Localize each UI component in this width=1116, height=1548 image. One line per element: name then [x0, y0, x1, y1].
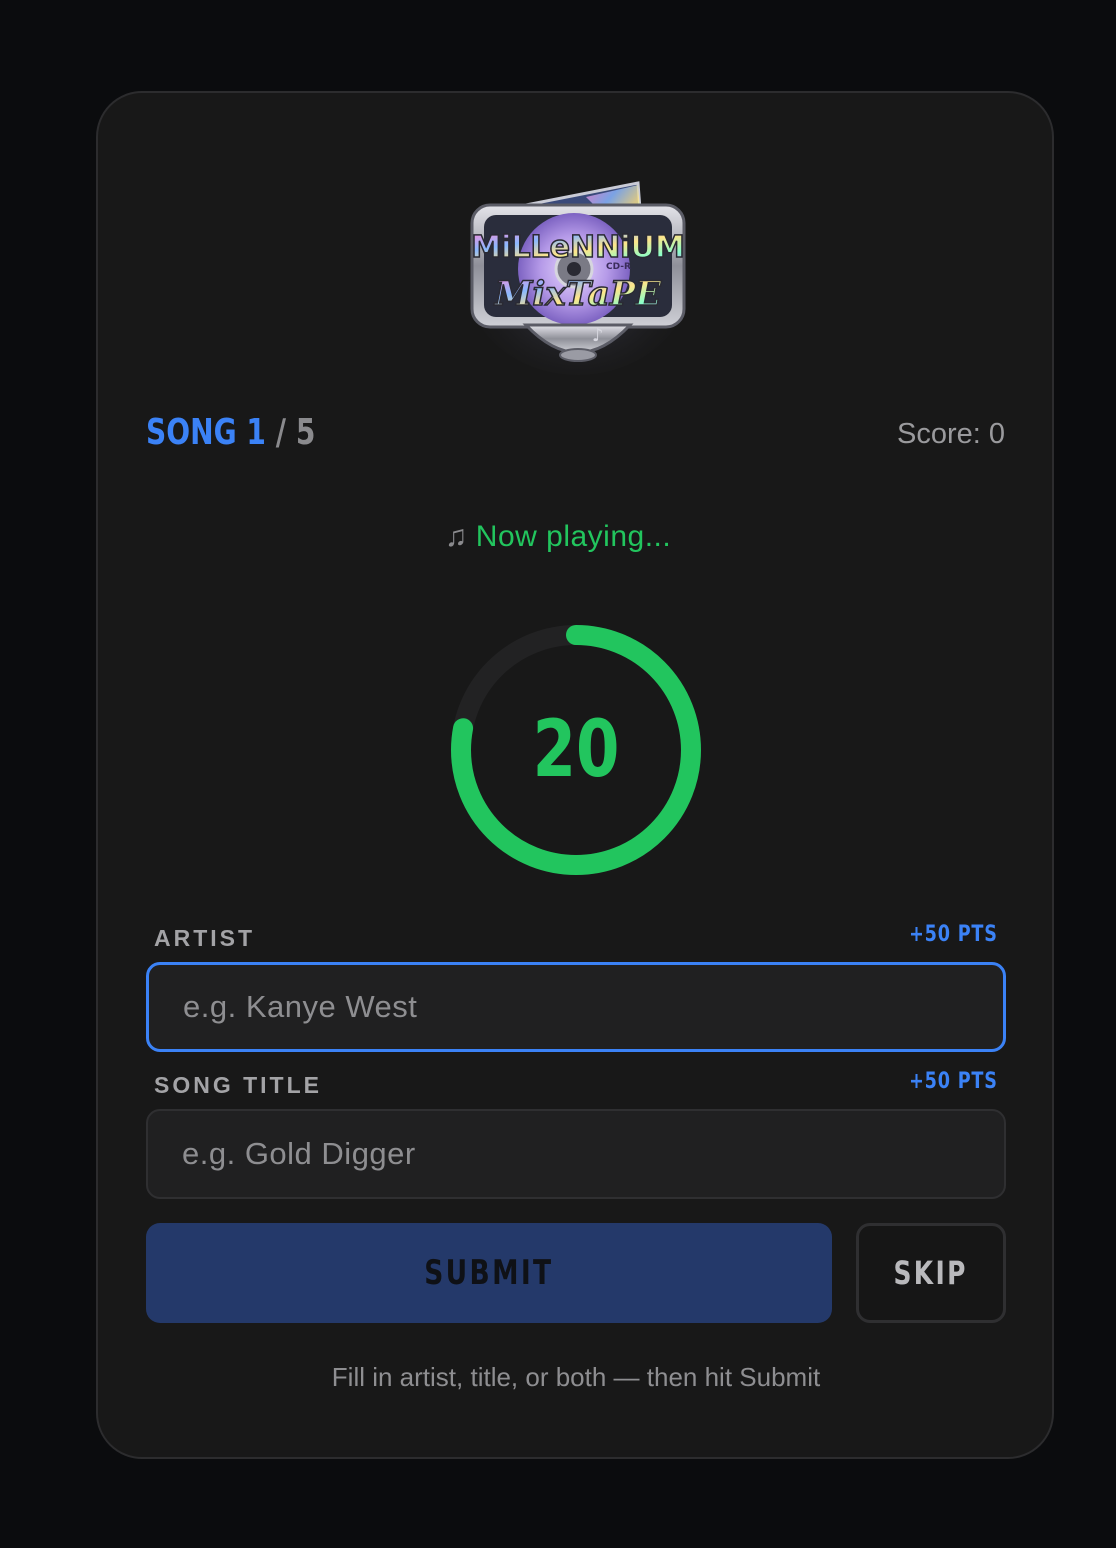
song-current: 1 [246, 412, 266, 453]
artist-points: +50 PTS [909, 922, 998, 947]
song-counter: SONG 1 / 5 [146, 412, 315, 453]
score: Score: 0 [897, 418, 1005, 450]
music-notes-icon: ♫ [444, 520, 468, 553]
millennium-mixtape-logo: CD-R MiLLeNNiUM MixTaPE ♪ [466, 181, 690, 375]
song-title-label: SONG TITLE [154, 1072, 322, 1098]
song-total: 5 [295, 412, 316, 453]
now-playing-text: Now playing... [475, 520, 672, 553]
song-title-input[interactable] [146, 1109, 1006, 1199]
skip-button[interactable]: SKIP [856, 1223, 1006, 1323]
submit-button[interactable]: SUBMIT [146, 1223, 832, 1323]
countdown-value: 20 [532, 705, 620, 795]
song-title-points: +50 PTS [909, 1069, 998, 1094]
skip-button-label: SKIP [893, 1254, 969, 1292]
submit-button-label: SUBMIT [424, 1253, 554, 1293]
song-label: SONG [146, 412, 237, 453]
music-note-icon: ♪ [592, 325, 604, 346]
artist-input[interactable] [146, 962, 1006, 1052]
instructions-hint: Fill in artist, title, or both — then hi… [331, 1362, 821, 1392]
logo-title-line2: MixTaPE [494, 274, 662, 314]
logo-title-line1: MiLLeNNiUM [471, 230, 684, 265]
song-separator: / [275, 412, 287, 453]
artist-label: ARTIST [154, 925, 256, 951]
now-playing-status: ♫ Now playing... [0, 520, 1116, 554]
